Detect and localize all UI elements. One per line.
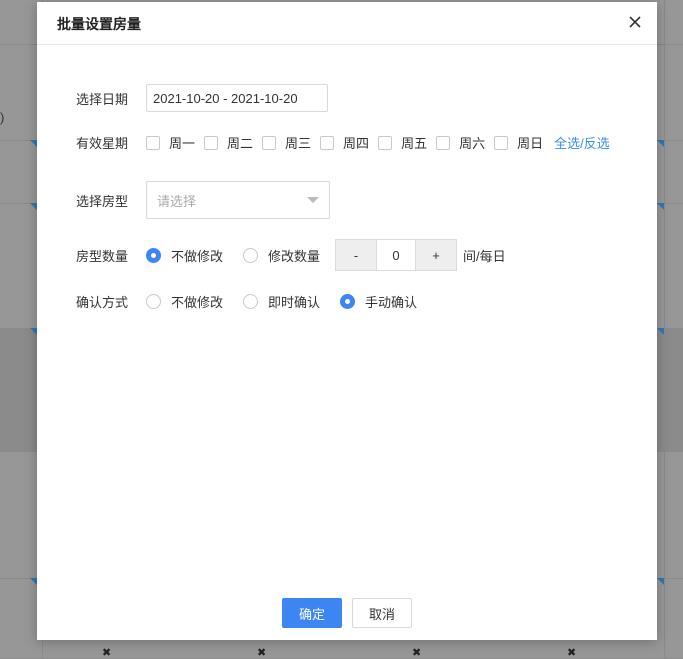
background-row-mark: ✖ xyxy=(257,647,267,659)
radio[interactable] xyxy=(243,247,259,263)
chevron-down-icon xyxy=(307,197,319,203)
unit-label: 间/每日 xyxy=(463,248,506,264)
background-row-mark: ✖ xyxy=(102,647,112,659)
weekday-name: 周一 xyxy=(169,136,196,151)
checkbox[interactable] xyxy=(378,135,393,150)
weekday-checkbox-tue[interactable]: 周二 xyxy=(204,133,253,152)
date-row: 选择日期 2021-10-20 - 2021-10-20 xyxy=(76,84,328,112)
checkbox[interactable] xyxy=(436,135,451,150)
date-label: 选择日期 xyxy=(76,91,129,107)
weekday-name: 周三 xyxy=(285,136,312,151)
weekday-label: 有效星期 xyxy=(76,136,129,151)
checkbox[interactable] xyxy=(204,135,219,150)
dialog-header: 批量设置房量 xyxy=(37,2,657,45)
background-column-divider xyxy=(664,0,665,658)
dialog-title: 批量设置房量 xyxy=(57,16,141,32)
quantity-stepper: - 0 + xyxy=(335,239,458,271)
confirm-mode-label: 确认方式 xyxy=(76,295,129,310)
background-row-mark: ✖ xyxy=(412,647,422,659)
checkbox[interactable] xyxy=(146,135,160,150)
cancel-button[interactable]: 取消 xyxy=(352,598,412,628)
weekday-name: 周二 xyxy=(227,136,254,151)
background-corner-marker xyxy=(30,203,37,210)
weekday-checkbox-mon[interactable]: 周一 xyxy=(146,133,195,152)
toggle-all-link[interactable]: 全选/反选 xyxy=(554,133,610,152)
radio-label: 手动确认 xyxy=(365,295,418,310)
checkbox[interactable] xyxy=(262,135,277,150)
weekday-row: 有效星期 周一 周二 周三 周四 周五 周六 周日 全选/反选 xyxy=(76,133,610,152)
radio-checked[interactable] xyxy=(146,247,161,263)
radio-label: 即时确认 xyxy=(268,295,321,310)
weekday-name: 周四 xyxy=(343,136,370,151)
room-type-select[interactable]: 请选择 xyxy=(146,181,330,219)
room-type-row: 选择房型 请选择 xyxy=(76,181,330,219)
background-corner-marker xyxy=(657,203,664,210)
weekday-checkbox-sun[interactable]: 周日 xyxy=(494,133,543,152)
room-count-row: 房型数量 不做修改 修改数量 - 0 + 间/每日 xyxy=(76,239,506,271)
confirm-button[interactable]: 确定 xyxy=(282,598,342,628)
weekday-checkbox-fri[interactable]: 周五 xyxy=(378,133,427,152)
confirm-option-instant[interactable]: 即时确认 xyxy=(243,292,320,311)
radio-label: 修改数量 xyxy=(268,248,321,264)
background-corner-marker xyxy=(657,578,664,585)
background-corner-marker xyxy=(657,328,664,335)
room-type-placeholder: 请选择 xyxy=(157,193,197,209)
increment-button[interactable]: + xyxy=(416,240,457,270)
batch-room-dialog: 批量设置房量 选择日期 2021-10-20 - 2021-10-20 有效星期… xyxy=(37,2,657,640)
checkbox[interactable] xyxy=(494,135,509,150)
close-icon[interactable] xyxy=(627,14,643,30)
weekday-checkbox-sat[interactable]: 周六 xyxy=(436,133,485,152)
checkbox[interactable] xyxy=(320,135,335,150)
weekday-checkbox-wed[interactable]: 周三 xyxy=(262,133,311,152)
radio-label: 不做修改 xyxy=(171,295,224,310)
weekday-name: 周日 xyxy=(517,136,544,151)
weekday-name: 周六 xyxy=(459,136,486,151)
weekday-checkbox-thu[interactable]: 周四 xyxy=(320,133,369,152)
room-count-label: 房型数量 xyxy=(76,248,129,264)
background-corner-marker xyxy=(30,328,37,335)
dialog-footer: 确定 取消 xyxy=(37,598,657,628)
room-count-option-no-change[interactable]: 不做修改 xyxy=(146,246,223,265)
background-paren: ) xyxy=(0,110,5,125)
decrement-button[interactable]: - xyxy=(336,240,377,270)
quantity-input[interactable]: 0 xyxy=(376,240,417,270)
confirm-mode-row: 确认方式 不做修改 即时确认 手动确认 xyxy=(76,292,417,311)
room-count-option-modify[interactable]: 修改数量 xyxy=(243,246,320,265)
radio[interactable] xyxy=(146,294,161,309)
weekday-name: 周五 xyxy=(401,136,428,151)
background-row-mark: ✖ xyxy=(567,647,577,659)
confirm-option-manual[interactable]: 手动确认 xyxy=(340,292,417,311)
radio[interactable] xyxy=(243,294,259,309)
date-range-input[interactable]: 2021-10-20 - 2021-10-20 xyxy=(146,84,328,112)
confirm-option-no-change[interactable]: 不做修改 xyxy=(146,292,223,311)
room-type-label: 选择房型 xyxy=(76,193,129,209)
background-corner-marker xyxy=(657,140,664,147)
background-corner-marker xyxy=(30,578,37,585)
radio-label: 不做修改 xyxy=(171,248,224,264)
radio-checked[interactable] xyxy=(340,294,356,309)
background-corner-marker xyxy=(30,140,37,147)
